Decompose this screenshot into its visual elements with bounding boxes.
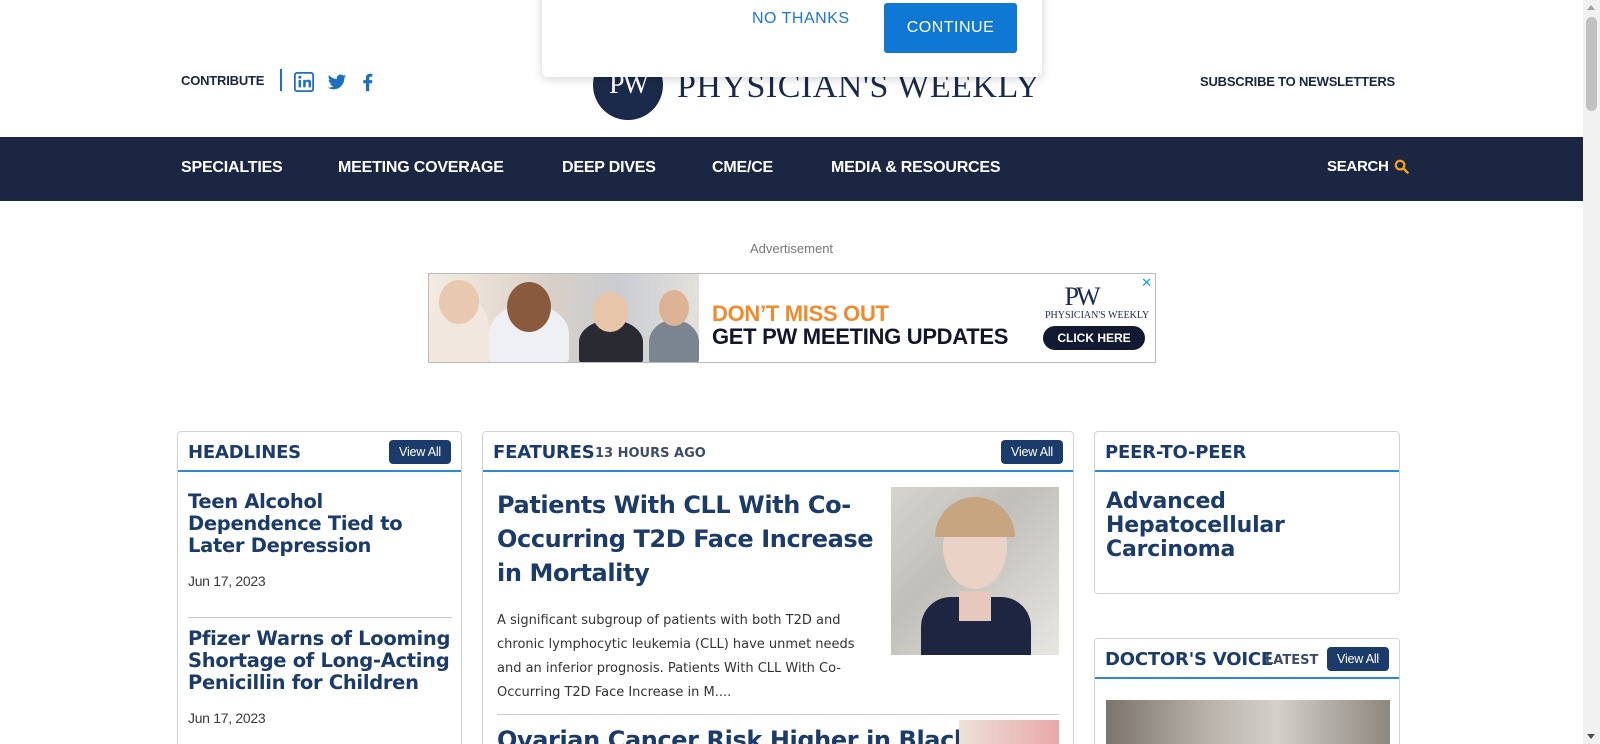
facebook-icon[interactable]	[357, 71, 379, 93]
headline-item[interactable]: Teen Alcohol Dependence Tied to Later De…	[188, 491, 461, 590]
doctors-voice-view-all-button[interactable]: View All	[1327, 647, 1389, 671]
doctors-voice-header: DOCTOR'S VOICE LATEST View All	[1095, 639, 1399, 679]
peer-to-peer-header: PEER-TO-PEER	[1095, 432, 1399, 472]
ad-photo	[429, 274, 699, 362]
notification-popup: NO THANKS CONTINUE	[542, 0, 1042, 77]
feature-photo[interactable]	[959, 720, 1059, 744]
headlines-panel: HEADLINES View All Teen Alcohol Dependen…	[177, 431, 462, 744]
peer-to-peer-title: PEER-TO-PEER	[1105, 442, 1247, 463]
doctors-voice-title: DOCTOR'S VOICE	[1105, 649, 1273, 670]
features-timestamp: 13 HOURS AGO	[595, 446, 706, 461]
features-view-all-button[interactable]: View All	[1001, 440, 1063, 464]
feature-divider	[497, 714, 1059, 715]
nav-item-meeting-coverage[interactable]: MEETING COVERAGE	[338, 159, 504, 177]
advertisement-banner[interactable]: DON’T MISS OUT GET PW MEETING UPDATES PW…	[428, 273, 1156, 363]
headline-divider	[188, 617, 452, 618]
doctors-voice-panel: DOCTOR'S VOICE LATEST View All	[1094, 638, 1400, 744]
doctors-voice-latest: LATEST	[1265, 653, 1319, 668]
headlines-title: HEADLINES	[188, 442, 301, 463]
headlines-header: HEADLINES View All	[178, 432, 461, 472]
headlines-view-all-button[interactable]: View All	[389, 440, 451, 464]
page-scrollbar[interactable]	[1583, 0, 1600, 744]
main-nav: SPECIALTIES MEETING COVERAGE DEEP DIVES …	[0, 137, 1583, 201]
scroll-down-icon[interactable]	[1587, 734, 1595, 739]
headline-date: Jun 17, 2023	[188, 710, 266, 726]
ad-logo-mark: PW	[1064, 282, 1101, 311]
ad-subheadline: GET PW MEETING UPDATES	[712, 324, 1009, 349]
scroll-up-icon[interactable]	[1587, 5, 1595, 10]
twitter-icon[interactable]	[326, 71, 348, 93]
feature-title[interactable]: Ovarian Cancer Risk Higher in Black	[497, 723, 970, 744]
subscribe-newsletters-link[interactable]: SUBSCRIBE TO NEWSLETTERS	[1200, 74, 1395, 89]
feature-title[interactable]: Patients With CLL With Co-Occurring T2D …	[497, 488, 877, 590]
feature-photo[interactable]	[891, 487, 1059, 655]
nav-item-media-resources[interactable]: MEDIA & RESOURCES	[831, 159, 1001, 177]
search-button[interactable]: SEARCH	[1327, 158, 1409, 175]
search-icon	[1394, 159, 1409, 174]
nav-item-specialties[interactable]: SPECIALTIES	[181, 159, 283, 177]
advertisement-label: Advertisement	[749, 241, 834, 256]
doctors-voice-photo[interactable]	[1106, 700, 1390, 744]
ad-logo-text: PHYSICIAN'S WEEKLY	[1045, 310, 1150, 321]
ad-close-icon[interactable]: ✕	[1141, 275, 1152, 291]
feature-description: A significant subgroup of patients with …	[497, 613, 855, 700]
ad-click-here-button[interactable]: CLICK HERE	[1043, 326, 1145, 350]
contribute-link[interactable]: CONTRIBUTE	[181, 73, 264, 88]
headline-title[interactable]: Teen Alcohol Dependence Tied to Later De…	[188, 491, 461, 557]
nav-item-cme-ce[interactable]: CME/CE	[712, 159, 773, 177]
headline-title[interactable]: Pfizer Warns of Looming Shortage of Long…	[188, 628, 461, 694]
scroll-thumb[interactable]	[1586, 17, 1597, 111]
features-header: FEATURES 13 HOURS AGO View All	[483, 432, 1073, 472]
nav-item-deep-dives[interactable]: DEEP DIVES	[562, 159, 656, 177]
features-panel: FEATURES 13 HOURS AGO View All Patients …	[482, 431, 1074, 744]
search-label: SEARCH	[1327, 158, 1389, 175]
features-title: FEATURES	[493, 442, 595, 463]
peer-to-peer-panel: PEER-TO-PEER Advanced Hepatocellular Car…	[1094, 431, 1400, 594]
continue-button[interactable]: CONTINUE	[884, 3, 1017, 53]
headline-date: Jun 17, 2023	[188, 573, 266, 589]
peer-to-peer-item[interactable]: Advanced Hepatocellular Carcinoma	[1106, 490, 1366, 562]
headline-item[interactable]: Pfizer Warns of Looming Shortage of Long…	[188, 628, 461, 727]
no-thanks-button[interactable]: NO THANKS	[752, 10, 850, 28]
header-divider	[280, 69, 282, 91]
linkedin-icon[interactable]	[293, 71, 315, 93]
